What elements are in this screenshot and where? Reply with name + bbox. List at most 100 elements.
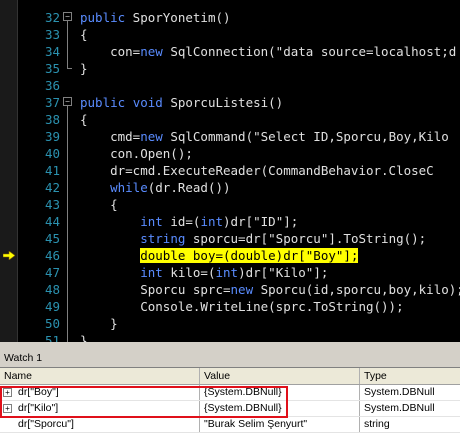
code-token: (dr.Read()) <box>147 180 231 195</box>
code-line[interactable]: 32− public SporYonetim() <box>0 9 460 26</box>
code-token: SqlConnection("data source=localhost;d <box>162 44 457 59</box>
code-token: Console.WriteLine(sprc.ToString()); <box>80 299 404 314</box>
outline-bar <box>63 315 73 332</box>
keyword-token: public <box>80 95 126 110</box>
line-number: 34 <box>44 44 60 59</box>
line-number: 51 <box>44 333 60 342</box>
outline-bar <box>63 162 73 179</box>
value-column-header[interactable]: Value <box>200 368 360 384</box>
code-text: Sporcu sprc=new Sporcu(id,sporcu,boy,kil… <box>80 281 460 298</box>
expand-plus-icon[interactable]: + <box>3 388 12 397</box>
code-token: Sporcu(id,sporcu,boy,kilo); <box>253 282 460 297</box>
line-number: 42 <box>44 180 60 195</box>
watch-value-cell[interactable]: {System.DBNull} <box>200 401 360 416</box>
watch-name-cell[interactable]: + dr["Kilo"] <box>0 401 200 416</box>
name-column-header[interactable]: Name <box>0 368 200 384</box>
code-line[interactable]: 47 int kilo=(int)dr["Kilo"]; <box>0 264 460 281</box>
watch-name-cell[interactable]: + dr["Boy"] <box>0 385 200 400</box>
code-text: string sporcu=dr["Sporcu"].ToString(); <box>80 230 426 247</box>
code-line[interactable]: 50 } <box>0 315 460 332</box>
watch-type-cell: string <box>364 418 390 430</box>
code-line[interactable]: 44 int id=(int)dr["ID"]; <box>0 213 460 230</box>
code-text: { <box>80 196 118 213</box>
watch-row[interactable]: dr["Sporcu"] "Burak Selim Şenyurt" string <box>0 417 460 433</box>
code-text: con=new SqlConnection("data source=local… <box>80 43 456 60</box>
code-lines: 32− public SporYonetim() 33{34 con=new Sql… <box>0 9 460 342</box>
outline-bar <box>63 128 73 145</box>
code-text: { <box>80 111 88 128</box>
outline-bar <box>63 213 73 230</box>
line-number: 49 <box>44 299 60 314</box>
code-line[interactable]: 46 double boy=(double)dr["Boy"]; <box>0 247 460 264</box>
line-number: 43 <box>44 197 60 212</box>
code-line[interactable]: 43 { <box>0 196 460 213</box>
code-line[interactable]: 33 { <box>0 26 460 43</box>
outline-bar <box>63 26 73 43</box>
code-token: dr=cmd.ExecuteReader(CommandBehavior.Clo… <box>80 163 434 178</box>
code-line[interactable]: 42 while(dr.Read()) <box>0 179 460 196</box>
code-token: cmd= <box>80 129 141 144</box>
collapse-toggle-icon[interactable]: − <box>63 9 73 26</box>
keyword-token: int <box>200 214 224 229</box>
code-line[interactable]: 49 Console.WriteLine(sprc.ToString()); <box>0 298 460 315</box>
type-column-header[interactable]: Type <box>360 368 460 384</box>
keyword-token: string <box>140 231 186 246</box>
code-token: sporcu=dr["Sporcu"].ToString(); <box>185 231 427 246</box>
watch-name: dr["Boy"] <box>18 386 59 398</box>
code-token: id=( <box>162 214 201 229</box>
watch-value-cell[interactable]: "Burak Selim Şenyurt" <box>200 417 360 432</box>
code-token: { <box>80 27 88 42</box>
outline-bar <box>63 281 73 298</box>
outline-bar <box>63 332 73 342</box>
outline-bar <box>63 43 73 60</box>
expand-plus-icon[interactable]: + <box>3 404 12 413</box>
code-token: } <box>80 61 88 76</box>
keyword-token: new <box>140 129 163 144</box>
collapse-toggle-icon[interactable]: − <box>63 94 73 111</box>
code-line[interactable]: 51} <box>0 332 460 342</box>
code-line[interactable]: 35} <box>0 60 460 77</box>
watch-row[interactable]: + dr["Boy"] {System.DBNull} System.DBNull <box>0 385 460 401</box>
line-number: 41 <box>44 163 60 178</box>
code-line[interactable]: 48 Sporcu sprc=new Sporcu(id,sporcu,boy,… <box>0 281 460 298</box>
code-line[interactable]: 37− public void SporcuListesi() <box>0 94 460 111</box>
code-text: int id=(int)dr["ID"]; <box>80 213 298 230</box>
code-token: kilo=( <box>162 265 216 280</box>
outline-bar <box>63 111 73 128</box>
watch-name-cell[interactable]: dr["Sporcu"] <box>0 417 200 432</box>
current-statement-arrow-icon <box>3 251 15 260</box>
code-token: { <box>80 197 118 212</box>
code-line[interactable]: 34 con=new SqlConnection("data source=lo… <box>0 43 460 60</box>
keyword-token: int <box>140 265 163 280</box>
outline-bar <box>63 230 73 247</box>
keyword-token: new <box>230 282 254 297</box>
code-line[interactable]: 38 { <box>0 111 460 128</box>
outline-bar <box>63 179 73 196</box>
line-number: 47 <box>44 265 60 280</box>
code-line[interactable]: 39 cmd=new SqlCommand("Select ID,Sporcu,… <box>0 128 460 145</box>
code-editor[interactable]: 32− public SporYonetim() 33{34 con=new Sql… <box>0 0 460 342</box>
code-line[interactable]: 45 string sporcu=dr["Sporcu"].ToString()… <box>0 230 460 247</box>
highlighted-statement: double boy=(double)dr["Boy"]; <box>140 248 359 263</box>
watch-row[interactable]: + dr["Kilo"] {System.DBNull} System.DBNull <box>0 401 460 417</box>
outline-bar <box>63 196 73 213</box>
line-number: 38 <box>44 112 60 127</box>
line-number: 45 <box>44 231 60 246</box>
line-number: 37 <box>44 95 60 110</box>
watch-value-cell[interactable]: {System.DBNull} <box>200 385 360 400</box>
line-number: 39 <box>44 129 60 144</box>
code-token: { <box>80 112 88 127</box>
code-line[interactable]: 36 <box>0 77 460 94</box>
line-number: 33 <box>44 27 60 42</box>
code-line[interactable]: 41 dr=cmd.ExecuteReader(CommandBehavior.… <box>0 162 460 179</box>
watch-header-row: Name Value Type <box>0 368 460 385</box>
code-line[interactable]: 40 con.Open(); <box>0 145 460 162</box>
watch-type-cell: System.DBNull <box>364 386 435 398</box>
keyword-token: new <box>140 44 163 59</box>
line-number: 32 <box>44 10 60 25</box>
pane-splitter[interactable] <box>0 342 460 350</box>
code-text: double boy=(double)dr["Boy"]; <box>80 247 359 264</box>
code-token: SporYonetim() <box>125 10 231 25</box>
line-number: 48 <box>44 282 60 297</box>
